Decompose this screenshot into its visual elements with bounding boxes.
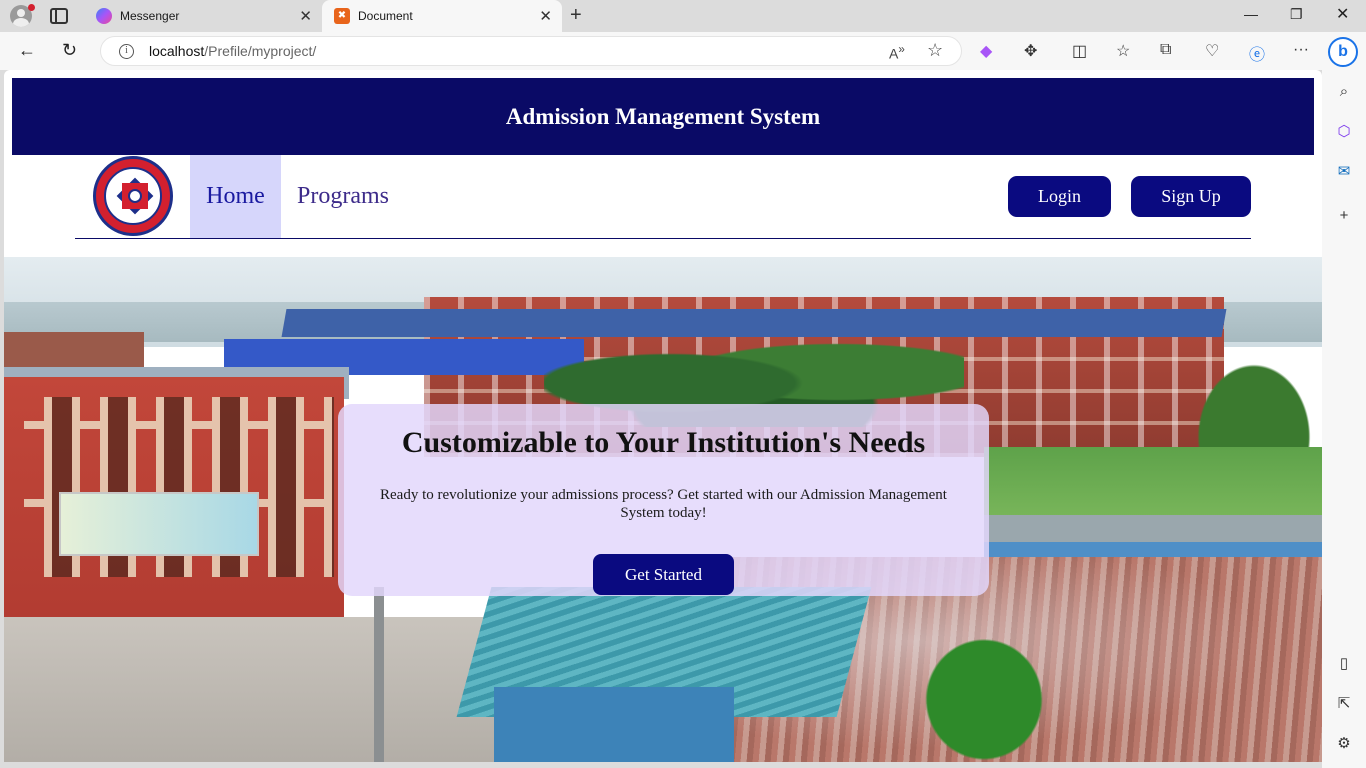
address-bar-row: ← ↻ i localhost/Prefile/myproject/ A» ☆ … [0, 32, 1366, 70]
tab-title: Messenger [120, 9, 180, 23]
photo-shop-wall [494, 687, 734, 762]
signup-button[interactable]: Sign Up [1131, 176, 1251, 217]
outlook-icon[interactable]: ✉ [1334, 162, 1354, 182]
edge-icon[interactable]: ⓔ [1249, 41, 1265, 65]
settings-icon[interactable]: ⚙ [1334, 734, 1354, 754]
read-aloud-icon[interactable]: A» [889, 43, 905, 62]
messenger-icon [96, 8, 112, 24]
hero-section: Customizable to Your Institution's Needs… [4, 257, 1322, 762]
main-navbar: Home Programs Login Sign Up [75, 155, 1251, 239]
more-icon[interactable]: ··· [1293, 41, 1309, 59]
site-info-icon[interactable]: i [119, 44, 134, 59]
favorite-star-icon[interactable]: ☆ [927, 40, 943, 61]
tab-actions-icon[interactable] [50, 8, 68, 24]
college-logo [93, 156, 173, 236]
hero-card: Customizable to Your Institution's Needs… [338, 404, 989, 596]
favorites-icon[interactable]: ☆ [1116, 41, 1130, 61]
sidebar-toggle-icon[interactable]: ▯ [1334, 654, 1354, 674]
url-text[interactable]: localhost/Prefile/myproject/ [149, 43, 316, 59]
copilot-icon[interactable]: ◆ [980, 41, 992, 61]
performance-icon[interactable]: ♡ [1205, 41, 1219, 61]
add-icon[interactable]: + [1334, 206, 1354, 226]
minimize-icon[interactable]: — [1244, 6, 1258, 22]
notification-dot [28, 4, 35, 11]
url-path: /Prefile/myproject/ [204, 43, 317, 59]
site-header: Admission Management System [12, 78, 1314, 155]
restore-icon[interactable]: ❐ [1290, 6, 1303, 23]
open-external-icon[interactable]: ⇱ [1334, 694, 1354, 714]
tab-title: Document [358, 9, 413, 23]
office-icon[interactable]: ⬡ [1334, 122, 1354, 142]
back-arrow-icon[interactable]: ← [18, 40, 36, 61]
url-host: localhost [149, 43, 205, 59]
hero-description: Ready to revolutionize your admissions p… [380, 487, 947, 521]
extensions-icon[interactable]: ✥ [1024, 41, 1037, 61]
tab-strip: Messenger ✕ ✖ Document ✕ + — ❐ ✕ [0, 0, 1366, 34]
split-screen-icon[interactable]: ◫ [1072, 41, 1087, 61]
close-window-icon[interactable]: ✕ [1336, 4, 1349, 24]
get-started-button[interactable]: Get Started [593, 554, 734, 595]
tab-document[interactable]: ✖ Document ✕ [322, 0, 562, 34]
close-tab-icon[interactable]: ✕ [539, 7, 552, 25]
logo-core [128, 189, 142, 203]
reload-icon[interactable]: ↻ [62, 40, 77, 61]
tab-messenger[interactable]: Messenger ✕ [84, 0, 322, 32]
bing-icon[interactable]: b [1328, 37, 1358, 67]
edge-sidebar: ⌕ ⬡ ✉ + ▯ ⇱ ⚙ [1322, 70, 1366, 768]
nav-programs-link[interactable]: Programs [297, 155, 389, 238]
photo-tree-front [904, 617, 1064, 762]
logo-ring [104, 167, 162, 225]
hero-title: Customizable to Your Institution's Needs [401, 426, 926, 459]
search-icon[interactable]: ⌕ [1334, 82, 1354, 102]
login-button[interactable]: Login [1008, 176, 1111, 217]
page-viewport: Admission Management System Home Program… [4, 70, 1322, 762]
new-tab-icon[interactable]: + [570, 4, 582, 27]
photo-pole [374, 587, 384, 762]
close-tab-icon[interactable]: ✕ [299, 7, 312, 25]
site-title: Admission Management System [505, 104, 821, 129]
url-bar[interactable]: i localhost/Prefile/myproject/ A» ☆ [100, 36, 962, 66]
nav-home-link[interactable]: Home [190, 155, 281, 238]
collections-icon[interactable]: ⧉ [1160, 41, 1171, 59]
photo-campus-sign [59, 492, 259, 556]
xampp-icon: ✖ [334, 8, 350, 24]
